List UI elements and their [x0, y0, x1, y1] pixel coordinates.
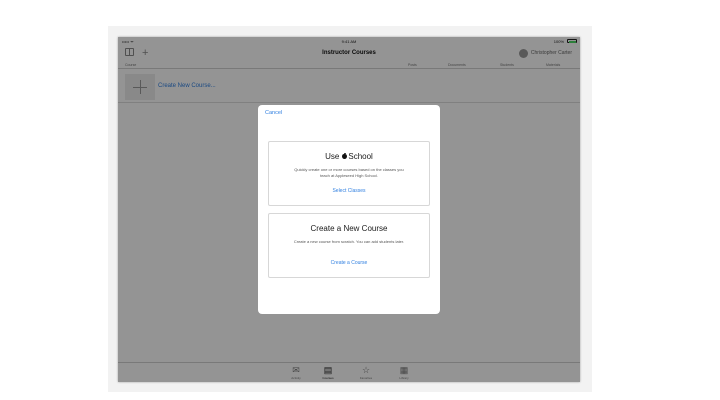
create-new-course-title: Create a New Course	[310, 224, 388, 233]
use-school-suffix: School	[348, 152, 373, 161]
use-school-description: Quickly create one or more courses based…	[294, 167, 404, 178]
create-new-course-card[interactable]: Create a New Course Create a new course …	[268, 213, 430, 278]
cancel-button[interactable]: Cancel	[265, 110, 282, 116]
use-school-card[interactable]: Use School Quickly create one or more cou…	[268, 141, 430, 206]
use-school-prefix: Use	[325, 152, 340, 161]
create-new-course-description: Create a new course from scratch. You ca…	[293, 239, 405, 244]
select-classes-link[interactable]: Select Classes	[269, 188, 429, 194]
ipad-screen: ••••• ᯤ 9:41 AM 100% + Instructor Course…	[118, 37, 580, 382]
apple-logo-icon	[341, 152, 347, 160]
use-school-title: Use School	[269, 152, 429, 161]
new-course-modal: Cancel Use School Quickly create one or m…	[258, 105, 440, 314]
create-a-course-link[interactable]: Create a Course	[269, 260, 429, 266]
